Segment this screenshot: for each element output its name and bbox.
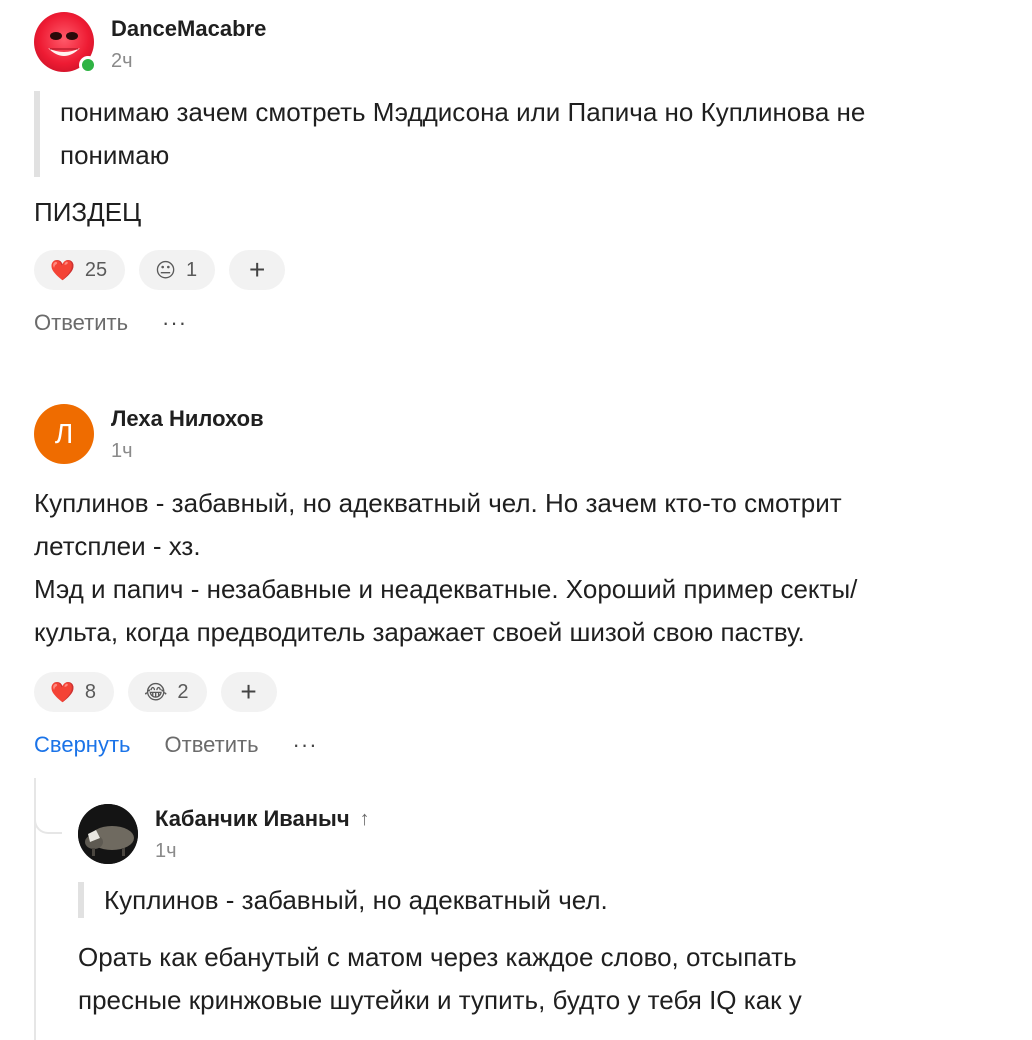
add-reaction-button[interactable]: + [229,250,286,290]
boar-avatar-icon [78,804,138,864]
add-reaction-button[interactable]: + [220,672,277,712]
reaction-neutral-face[interactable]: 😐 1 [139,250,216,290]
reply-to-arrow-icon[interactable]: ↑ [360,808,370,831]
collapse-thread-button[interactable]: Свернуть [34,732,131,758]
comment-text-line: культа, когда предводитель заражает свое… [34,617,805,647]
heart-icon: ❤️ [50,681,75,704]
comments-page: DanceMacabre 2ч понимаю зачем смотреть М… [0,0,1032,1040]
reaction-count: 8 [84,680,97,703]
comment-time: 2ч [111,50,133,72]
author-name[interactable]: DanceMacabre [111,16,266,42]
tears-of-joy-icon: 😂 [144,681,168,704]
comment-actions: Ответить ··· [34,310,992,336]
comment-text: Орать как ебанутый с матом через каждое … [78,936,992,1022]
comment-text-line: Орать как ебанутый с матом через каждое … [78,942,797,972]
more-options-icon[interactable]: ··· [293,732,318,758]
comment: DanceMacabre 2ч понимаю зачем смотреть М… [34,12,992,336]
avatar-letter: Л [54,418,74,449]
reply-button[interactable]: Ответить [165,732,259,758]
reaction-tears-of-joy[interactable]: 😂 2 [128,672,207,712]
comment-header: Кабанчик Иваныч ↑ 1ч [78,804,992,864]
reaction-count: 2 [177,680,189,703]
reactions-bar: ❤️ 25 😐 1 + [34,250,992,290]
reaction-count: 1 [186,258,198,281]
comment-text-line: Мэд и папич - незабавные и неадекватные.… [34,574,858,604]
comment-header: DanceMacabre 2ч [34,12,992,74]
comment-text: ПИЗДЕЦ [34,197,142,227]
thread-branch [34,778,62,834]
comment-header: Л Леха Нилохов 1ч [34,404,992,464]
comment-text-line: пресные кринжовые шутейки и тупить, будт… [78,985,802,1015]
reactions-bar: ❤️ 8 😂 2 + [34,672,992,712]
author-name[interactable]: Кабанчик Иваныч [155,806,350,832]
neutral-face-icon: 😐 [155,259,177,282]
comment-time: 1ч [111,440,133,462]
reaction-heart[interactable]: ❤️ 25 [34,250,126,290]
comment-text-line: Куплинов - забавный, но адекватный чел. … [34,488,842,518]
quoted-text: Куплинов - забавный, но адекватный чел. [78,882,992,918]
author-name[interactable]: Леха Нилохов [111,406,264,432]
heart-icon: ❤️ [50,259,75,282]
online-indicator [79,56,97,74]
reaction-count: 25 [84,258,108,281]
reaction-heart[interactable]: ❤️ 8 [34,672,115,712]
comment: Л Леха Нилохов 1ч Куплинов - забавный, н… [34,404,992,758]
comment-text-line: летсплеи - хз. [34,531,201,561]
more-options-icon[interactable]: ··· [162,310,187,336]
comment-actions: Свернуть Ответить ··· [34,732,992,758]
avatar[interactable] [34,12,97,74]
reply-comment: Кабанчик Иваныч ↑ 1ч Куплинов - забавный… [78,804,992,1022]
quoted-text: понимаю зачем смотреть Мэддисона или Пап… [34,91,960,177]
avatar[interactable] [78,804,138,864]
reply-button[interactable]: Ответить [34,310,128,336]
comment-time: 1ч [155,840,177,862]
comment-text: Куплинов - забавный, но адекватный чел. … [34,482,992,654]
avatar[interactable]: Л [34,404,94,464]
